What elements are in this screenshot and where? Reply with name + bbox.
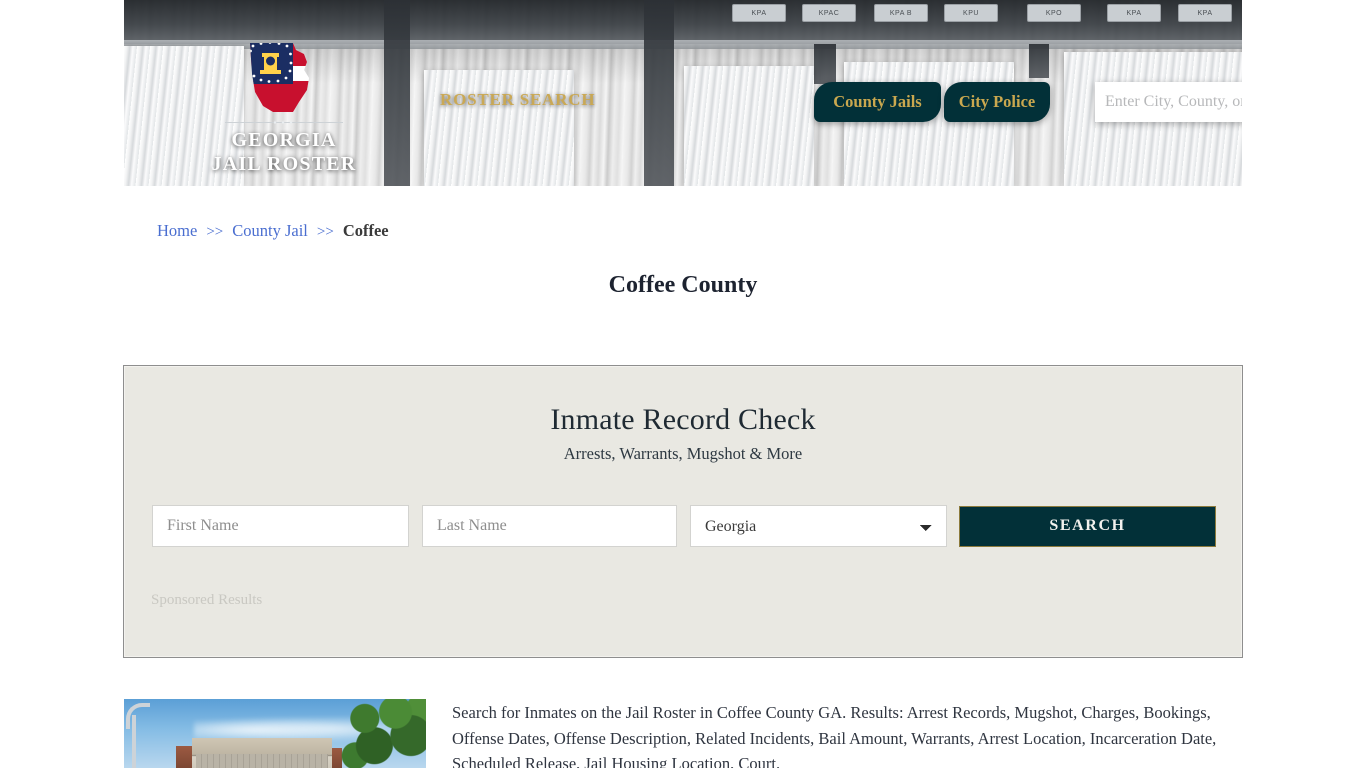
site-header: KPA KPAC KPA B KPU KPO KPA KPA GEORGIA J… <box>124 0 1242 186</box>
page-title: Coffee County <box>608 272 758 298</box>
breadcrumb-separator-2: >> <box>316 224 334 240</box>
card-subtitle: Arrests, Warrants, Mugshot & More <box>563 444 803 463</box>
paper-stack-4 <box>844 62 1014 186</box>
first-name-input[interactable] <box>152 505 409 547</box>
card-title: Inmate Record Check <box>550 403 816 436</box>
search-button[interactable]: SEARCH <box>959 505 1216 547</box>
georgia-state-flag-icon <box>247 40 321 116</box>
shelf-divider-2 <box>644 0 674 186</box>
breadcrumb-separator-1: >> <box>206 224 224 240</box>
last-name-input[interactable] <box>422 505 677 547</box>
logo-divider <box>225 122 343 123</box>
logo-line-2: JAIL ROSTER <box>211 152 357 175</box>
jail-photo-thumbnail[interactable] <box>124 699 426 768</box>
folder-label-tabs: KPA KPAC KPA B KPU KPO KPA KPA <box>682 2 1242 26</box>
breadcrumb-county-jail[interactable]: County Jail <box>232 221 308 241</box>
photo-building-facade <box>196 754 328 768</box>
photo-light-pole <box>124 701 150 768</box>
header-search-input[interactable] <box>1095 82 1242 122</box>
shelf-divider-3 <box>814 44 836 84</box>
inmate-search-form: Georgia SEARCH <box>152 504 1216 548</box>
paper-stack-2 <box>424 70 574 186</box>
photo-tree <box>336 699 426 768</box>
jail-description-text: Search for Inmates on the Jail Roster in… <box>452 703 1217 768</box>
logo-line-1: GEORGIA <box>231 129 337 151</box>
site-logo[interactable]: GEORGIA JAIL ROSTER <box>184 40 384 176</box>
page-root: KPA KPAC KPA B KPU KPO KPA KPA GEORGIA J… <box>0 0 1366 768</box>
breadcrumb-current: Coffee <box>342 221 389 240</box>
paper-stack-3 <box>684 66 814 186</box>
state-select[interactable]: Georgia <box>690 505 947 547</box>
breadcrumb: Home >> County Jail >> Coffee <box>157 221 389 241</box>
header-search-bar <box>1095 82 1242 122</box>
nav-city-police[interactable]: City Police <box>944 82 1050 122</box>
shelf-divider-1 <box>384 0 410 186</box>
shelf-divider-4 <box>1029 44 1049 78</box>
roster-search-tagline: ROSTER SEARCH <box>440 90 596 109</box>
breadcrumb-home[interactable]: Home <box>157 221 197 241</box>
sponsored-results-label: Sponsored Results <box>151 592 263 608</box>
inmate-record-check-card: Inmate Record Check Arrests, Warrants, M… <box>123 365 1243 658</box>
nav-county-jails[interactable]: County Jails <box>814 82 941 122</box>
